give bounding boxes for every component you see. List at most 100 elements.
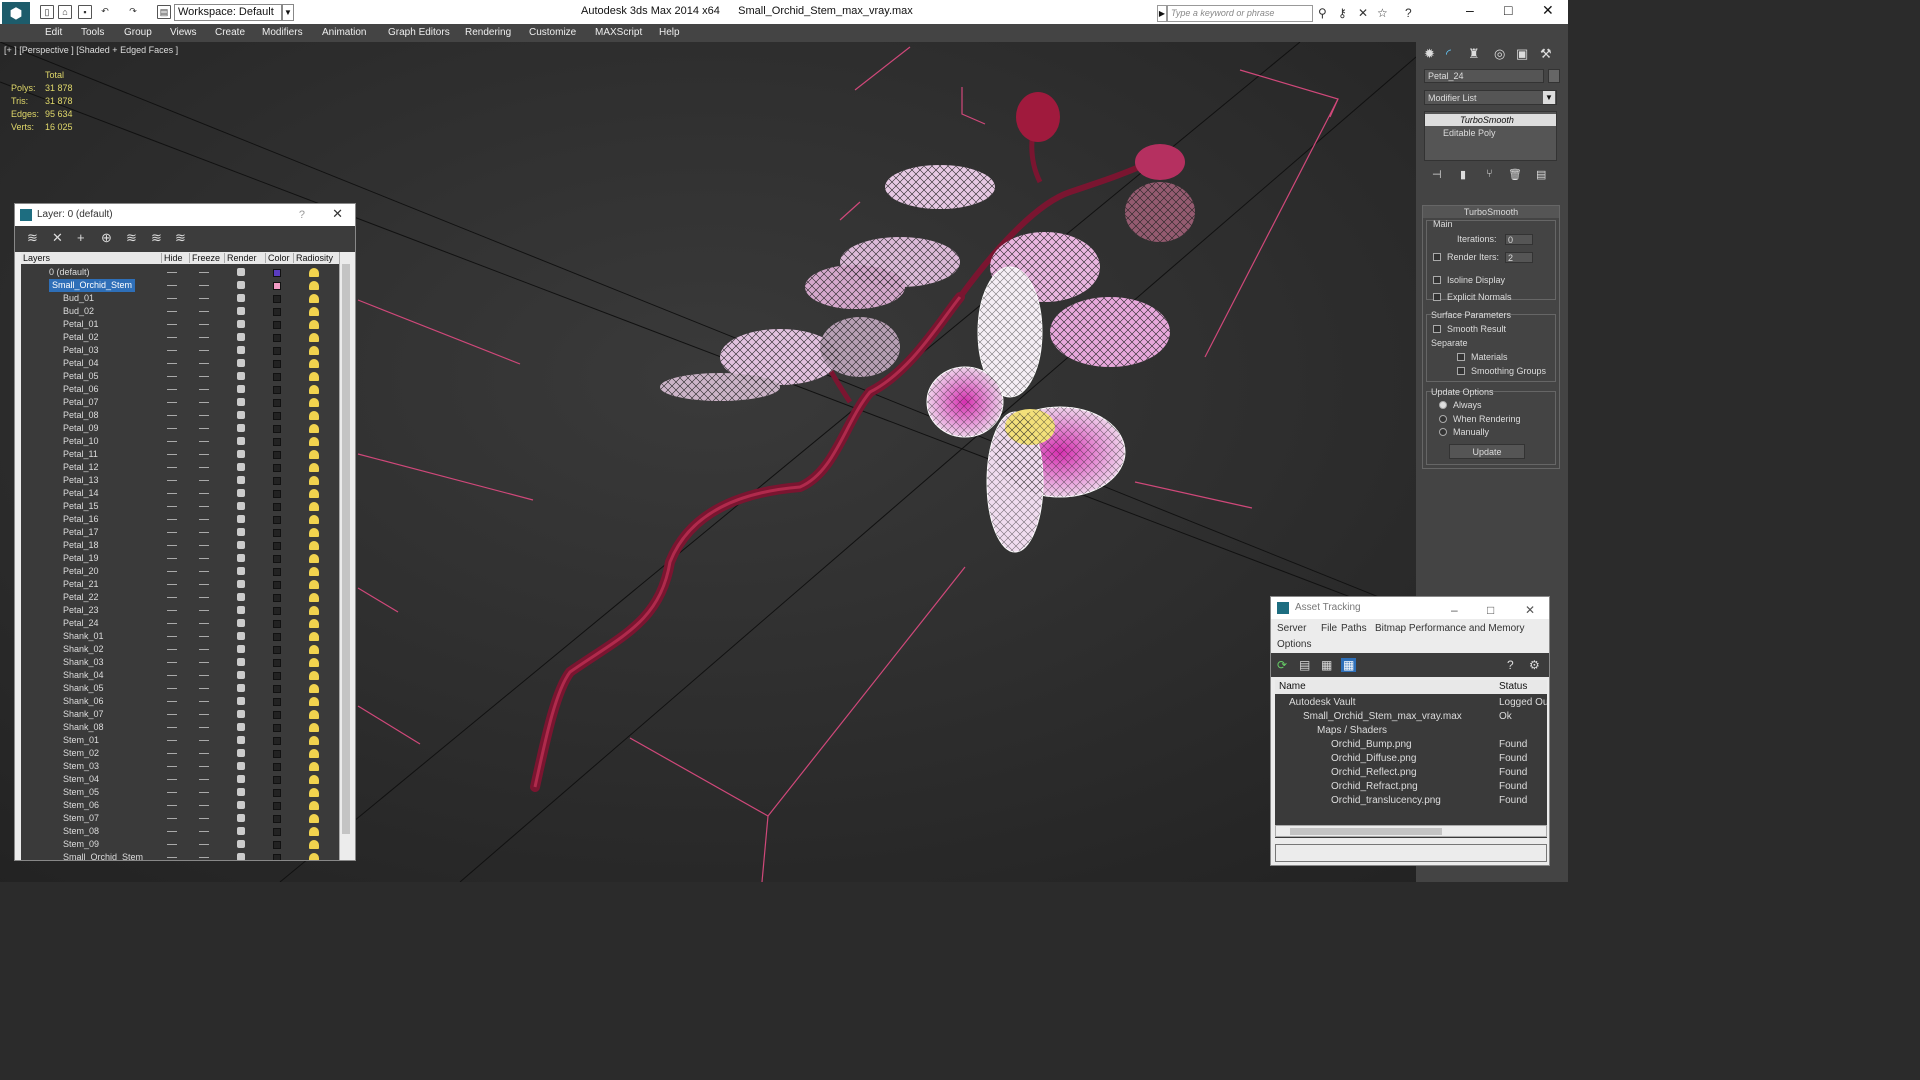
radiosity-icon[interactable] [309,580,319,589]
col-render[interactable]: Render [224,253,257,263]
menu-bitmap-performance[interactable]: Bitmap Performance and Memory [1375,623,1525,634]
color-swatch[interactable] [273,269,281,277]
freeze-toggle-icon[interactable] [199,493,209,494]
menu-modifiers[interactable]: Modifiers [262,27,303,38]
refresh-icon[interactable]: ⟳ [1277,658,1287,672]
save-icon[interactable]: ▪ [78,5,92,19]
hide-toggle-icon[interactable] [167,623,177,624]
col-status[interactable]: Status [1499,681,1527,692]
radiosity-icon[interactable] [309,489,319,498]
hide-toggle-icon[interactable] [167,584,177,585]
color-swatch[interactable] [273,789,281,797]
radiosity-icon[interactable] [309,528,319,537]
layer-row[interactable]: Petal_24 [21,617,339,630]
isoline-checkbox[interactable] [1433,276,1441,284]
color-swatch[interactable] [273,334,281,342]
tree-view-icon[interactable]: ▦ [1321,658,1332,672]
render-toggle-icon[interactable] [237,281,245,289]
radiosity-icon[interactable] [309,593,319,602]
hide-toggle-icon[interactable] [167,597,177,598]
menu-help[interactable]: Help [659,27,680,38]
color-swatch[interactable] [273,659,281,667]
utilities-tab-icon[interactable]: ⚒ [1540,46,1552,62]
radiosity-icon[interactable] [309,723,319,732]
freeze-toggle-icon[interactable] [199,467,209,468]
layer-row[interactable]: Petal_12 [21,461,339,474]
radiosity-icon[interactable] [309,827,319,836]
hide-toggle-icon[interactable] [167,753,177,754]
configure-modifier-sets-icon[interactable]: ▤ [1536,168,1546,181]
render-toggle-icon[interactable] [237,554,245,562]
render-toggle-icon[interactable] [237,697,245,705]
hide-all-icon[interactable]: ≋ [151,230,162,246]
freeze-toggle-icon[interactable] [199,402,209,403]
new-file-icon[interactable]: ▯ [40,5,54,19]
col-name[interactable]: Name [1279,681,1306,692]
hide-toggle-icon[interactable] [167,545,177,546]
hide-toggle-icon[interactable] [167,701,177,702]
color-swatch[interactable] [273,607,281,615]
hide-toggle-icon[interactable] [167,428,177,429]
render-toggle-icon[interactable] [237,333,245,341]
hide-toggle-icon[interactable] [167,376,177,377]
close-icon[interactable]: ✕ [1525,599,1535,621]
render-toggle-icon[interactable] [237,398,245,406]
hide-toggle-icon[interactable] [167,662,177,663]
layer-row[interactable]: Small_Orchid_Stem [21,851,339,860]
layer-row[interactable]: Stem_09 [21,838,339,851]
color-swatch[interactable] [273,815,281,823]
freeze-toggle-icon[interactable] [199,597,209,598]
radiosity-icon[interactable] [309,775,319,784]
radiosity-icon[interactable] [309,619,319,628]
freeze-toggle-icon[interactable] [199,831,209,832]
color-swatch[interactable] [273,516,281,524]
color-swatch[interactable] [273,373,281,381]
color-swatch[interactable] [273,802,281,810]
color-swatch[interactable] [273,412,281,420]
hide-toggle-icon[interactable] [167,740,177,741]
create-layer-icon[interactable]: ≋ [27,230,38,246]
freeze-toggle-icon[interactable] [199,740,209,741]
hide-toggle-icon[interactable] [167,844,177,845]
star-icon[interactable]: ☆ [1377,6,1388,20]
radiosity-icon[interactable] [309,385,319,394]
hide-toggle-icon[interactable] [167,311,177,312]
col-radiosity[interactable]: Radiosity [293,253,333,263]
layer-row[interactable]: Petal_06 [21,383,339,396]
hide-toggle-icon[interactable] [167,688,177,689]
menu-rendering[interactable]: Rendering [465,27,511,38]
render-toggle-icon[interactable] [237,619,245,627]
hide-toggle-icon[interactable] [167,363,177,364]
menu-animation[interactable]: Animation [322,27,366,38]
freeze-toggle-icon[interactable] [199,571,209,572]
freeze-toggle-icon[interactable] [199,285,209,286]
asset-window-titlebar[interactable]: Asset Tracking – □ ✕ [1271,597,1549,619]
radiosity-icon[interactable] [309,281,319,290]
help-icon[interactable]: ? [1405,6,1412,20]
freeze-toggle-icon[interactable] [199,363,209,364]
select-in-layer-icon[interactable]: ⊕ [101,230,112,246]
hide-toggle-icon[interactable] [167,558,177,559]
color-swatch[interactable] [273,386,281,394]
color-swatch[interactable] [273,399,281,407]
render-toggle-icon[interactable] [237,489,245,497]
options-icon[interactable]: ⚙ [1529,658,1540,672]
freeze-toggle-icon[interactable] [199,727,209,728]
hide-toggle-icon[interactable] [167,571,177,572]
color-swatch[interactable] [273,438,281,446]
freeze-toggle-icon[interactable] [199,415,209,416]
render-toggle-icon[interactable] [237,359,245,367]
smoothing-groups-checkbox[interactable] [1457,367,1465,375]
render-toggle-icon[interactable] [237,749,245,757]
hide-toggle-icon[interactable] [167,337,177,338]
layer-row[interactable]: Petal_02 [21,331,339,344]
render-iters-checkbox[interactable] [1433,253,1441,261]
layer-row[interactable]: Petal_14 [21,487,339,500]
hide-toggle-icon[interactable] [167,532,177,533]
render-toggle-icon[interactable] [237,840,245,848]
freeze-toggle-icon[interactable] [199,636,209,637]
binoculars-icon[interactable]: ⚲ [1318,6,1327,20]
color-swatch[interactable] [273,295,281,303]
freeze-toggle-icon[interactable] [199,623,209,624]
asset-row[interactable]: Orchid_translucency.png Found [1275,794,1547,808]
